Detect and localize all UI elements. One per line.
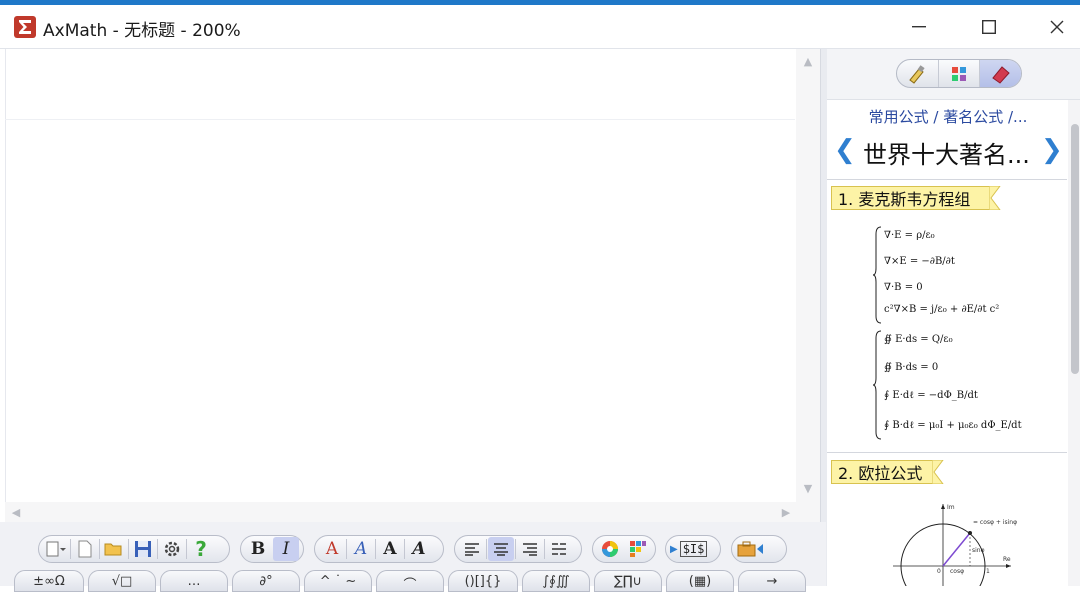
section-header-maxwell[interactable]: 1. 麦克斯韦方程组 — [831, 186, 989, 210]
align-left-icon[interactable] — [459, 537, 485, 561]
euler-one-label: 1 — [986, 568, 990, 575]
symbol-tab-4[interactable]: ∂° — [232, 570, 300, 592]
section-label: 1. 麦克斯韦方程组 — [838, 190, 971, 209]
formula-editor-canvas[interactable] — [5, 49, 797, 502]
window-title: AxMath - 无标题 - 200% — [43, 21, 241, 41]
symbol-tab-7[interactable]: ()[]{} — [448, 570, 518, 592]
symbol-tab-3[interactable]: … — [160, 570, 228, 592]
scroll-left-icon[interactable]: ◀ — [9, 505, 23, 519]
euler-origin-label: 0 — [937, 568, 941, 575]
align-center-icon[interactable] — [488, 537, 514, 561]
panel-scroll-thumb[interactable] — [1071, 124, 1079, 374]
align-group — [454, 535, 582, 563]
brush-mode-button[interactable] — [897, 60, 939, 87]
editor-horizontal-scrollbar[interactable]: ◀ ▶ — [5, 502, 820, 522]
previous-page-chevron-icon[interactable]: ❮ — [834, 135, 856, 165]
section-tail-shape — [989, 186, 1001, 210]
symbol-tab-5[interactable]: ^ ˙ ~ — [304, 570, 372, 592]
color-group — [592, 535, 656, 563]
maxwell-eq-3: ∇·B = 0 — [884, 282, 923, 293]
align-distribute-icon[interactable] — [546, 537, 572, 561]
next-page-chevron-icon[interactable]: ❯ — [1041, 135, 1063, 165]
symbol-tab-10[interactable]: (▦) — [666, 570, 734, 592]
eraser-mode-button[interactable] — [980, 60, 1021, 87]
color-grid-icon[interactable] — [625, 537, 651, 561]
scroll-right-icon[interactable]: ▶ — [779, 505, 793, 519]
library-page-title: 世界十大著名... — [863, 141, 1030, 169]
scroll-down-icon[interactable]: ▼ — [801, 481, 815, 495]
latex-label: $I$ — [679, 541, 708, 557]
euler-formula-diagram[interactable]: Im Re = cosφ + isinφ sinφ cosφ 1 0 — [893, 500, 1023, 586]
panel-mode-switch — [896, 59, 1022, 88]
euler-axis-re: Re — [1003, 556, 1011, 563]
panel-divider — [827, 179, 1067, 180]
bold-a-button[interactable]: A — [377, 537, 403, 561]
new-doc-icon[interactable] — [72, 537, 98, 561]
save-icon[interactable] — [130, 537, 156, 561]
euler-cos-label: cosφ — [950, 568, 965, 575]
symbol-tab-8[interactable]: ∫∮∭ — [522, 570, 590, 592]
minimize-button[interactable] — [887, 5, 951, 48]
maxwell-eq-1: ∇·E = ρ/ε₀ — [884, 230, 935, 241]
left-brace-icon — [872, 330, 882, 440]
maxwell-eq-2: ∇×E = −∂B/∂t — [884, 256, 955, 267]
superscript-a-button[interactable]: A — [319, 537, 345, 561]
axmath-logo-icon — [14, 16, 36, 38]
euler-sin-label: sinφ — [972, 547, 985, 554]
maxwell-differential-formula[interactable]: ∇·E = ρ/ε₀ ∇×E = −∂B/∂t ∇·B = 0 c²∇×B = … — [872, 226, 1022, 324]
maxwell-eq-4: c²∇×B = j/ε₀ + ∂E/∂t c² — [884, 304, 1000, 315]
font-style-group: B I — [240, 535, 304, 563]
section-header-euler[interactable]: 2. 欧拉公式 — [831, 460, 932, 484]
maxwell-int-eq-3: ∮ E·dℓ = −dΦ_B/dt — [884, 390, 978, 401]
symbol-tab-11[interactable]: → — [738, 570, 806, 592]
symbol-tab-1[interactable]: ±∞Ω — [14, 570, 84, 592]
italic-button[interactable]: I — [273, 537, 299, 561]
editor-baseline-divider — [5, 119, 795, 120]
editor-vertical-scrollbar[interactable]: ▲ ▼ — [796, 49, 820, 502]
bold-button[interactable]: B — [245, 537, 271, 561]
open-folder-icon[interactable] — [101, 537, 127, 561]
maxwell-int-eq-2: ∯ B·ds = 0 — [884, 362, 939, 373]
help-icon[interactable]: ? — [188, 537, 214, 561]
toolbox-icon[interactable] — [736, 537, 766, 561]
library-breadcrumb[interactable]: 常用公式 / 著名公式 /... — [830, 106, 1066, 127]
maxwell-int-eq-1: ∯ E·ds = Q/ε₀ — [884, 334, 953, 345]
symbol-tab-9[interactable]: ∑∏∪ — [594, 570, 662, 592]
bold-italic-a-button[interactable]: A — [406, 537, 432, 561]
align-right-icon[interactable] — [517, 537, 543, 561]
symbol-tab-6[interactable]: ⌒ — [376, 570, 444, 592]
text-style-group: A A A A — [314, 535, 444, 563]
section-label: 2. 欧拉公式 — [838, 464, 923, 483]
toolbox-group — [731, 535, 787, 563]
title-bar: AxMath - 无标题 - 200% — [0, 5, 1080, 49]
eraser-icon — [991, 65, 1010, 84]
italic-a-button[interactable]: A — [348, 537, 374, 561]
symbol-tab-2[interactable]: √□ — [88, 570, 156, 592]
latex-play-button[interactable]: ▶ $I$ — [670, 537, 708, 561]
euler-top-label: = cosφ + isinφ — [973, 519, 1018, 526]
section-tail-shape — [932, 460, 944, 484]
maxwell-integral-formula[interactable]: ∯ E·ds = Q/ε₀ ∯ B·ds = 0 ∮ E·dℓ = −dΦ_B/… — [872, 330, 1032, 440]
new-menu-icon[interactable] — [43, 537, 69, 561]
grid-icon — [952, 66, 966, 81]
grid-mode-button[interactable] — [939, 60, 981, 87]
color-wheel-icon[interactable] — [597, 537, 623, 561]
latex-group: ▶ $I$ — [665, 535, 721, 563]
settings-gear-icon[interactable] — [159, 537, 185, 561]
file-toolbar-group: ? — [38, 535, 230, 563]
left-brace-icon — [872, 226, 882, 324]
maxwell-int-eq-4: ∮ B·dℓ = μ₀I + μ₀ε₀ dΦ_E/dt — [884, 420, 1022, 431]
euler-axis-im: Im — [947, 504, 955, 511]
scroll-up-icon[interactable]: ▲ — [801, 54, 815, 68]
maximize-button[interactable] — [957, 5, 1021, 48]
panel-divider — [827, 452, 1067, 453]
brush-icon — [909, 64, 925, 84]
close-button[interactable] — [1025, 5, 1080, 48]
